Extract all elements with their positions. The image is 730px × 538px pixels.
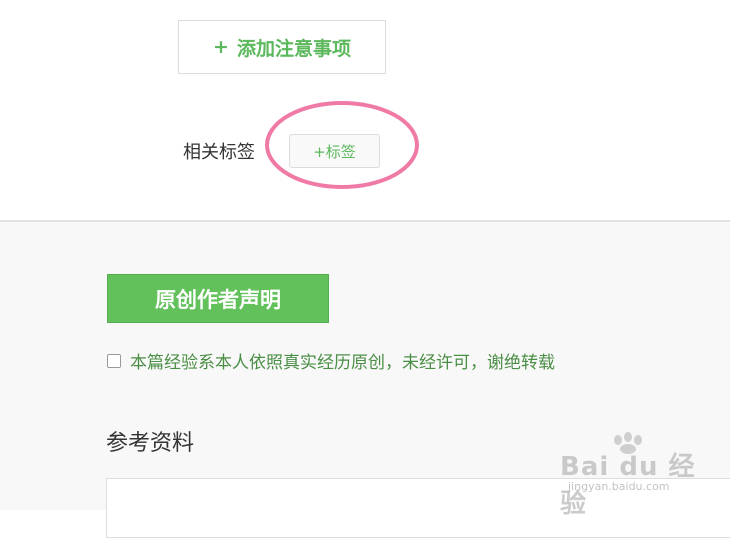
original-author-declaration-header: 原创作者声明: [107, 274, 329, 323]
declaration-title: 原创作者声明: [155, 287, 281, 312]
editor-top-section: + 添加注意事项 相关标签 +标签: [0, 0, 730, 220]
originality-checkbox[interactable]: [107, 353, 121, 368]
originality-checkbox-row[interactable]: 本篇经验系本人依照真实经历原创，未经许可，谢绝转载: [107, 348, 555, 373]
originality-statement: 本篇经验系本人依照真实经历原创，未经许可，谢绝转载: [130, 353, 555, 373]
add-notes-label: 添加注意事项: [236, 37, 351, 60]
add-tag-button[interactable]: +标签: [289, 134, 380, 168]
add-tag-label: +标签: [313, 142, 356, 161]
references-input[interactable]: [106, 478, 730, 538]
related-tags-label: 相关标签: [183, 142, 255, 163]
references-title: 参考资料: [106, 431, 195, 456]
plus-icon: +: [213, 36, 229, 58]
add-notes-button[interactable]: + 添加注意事项: [178, 20, 386, 74]
